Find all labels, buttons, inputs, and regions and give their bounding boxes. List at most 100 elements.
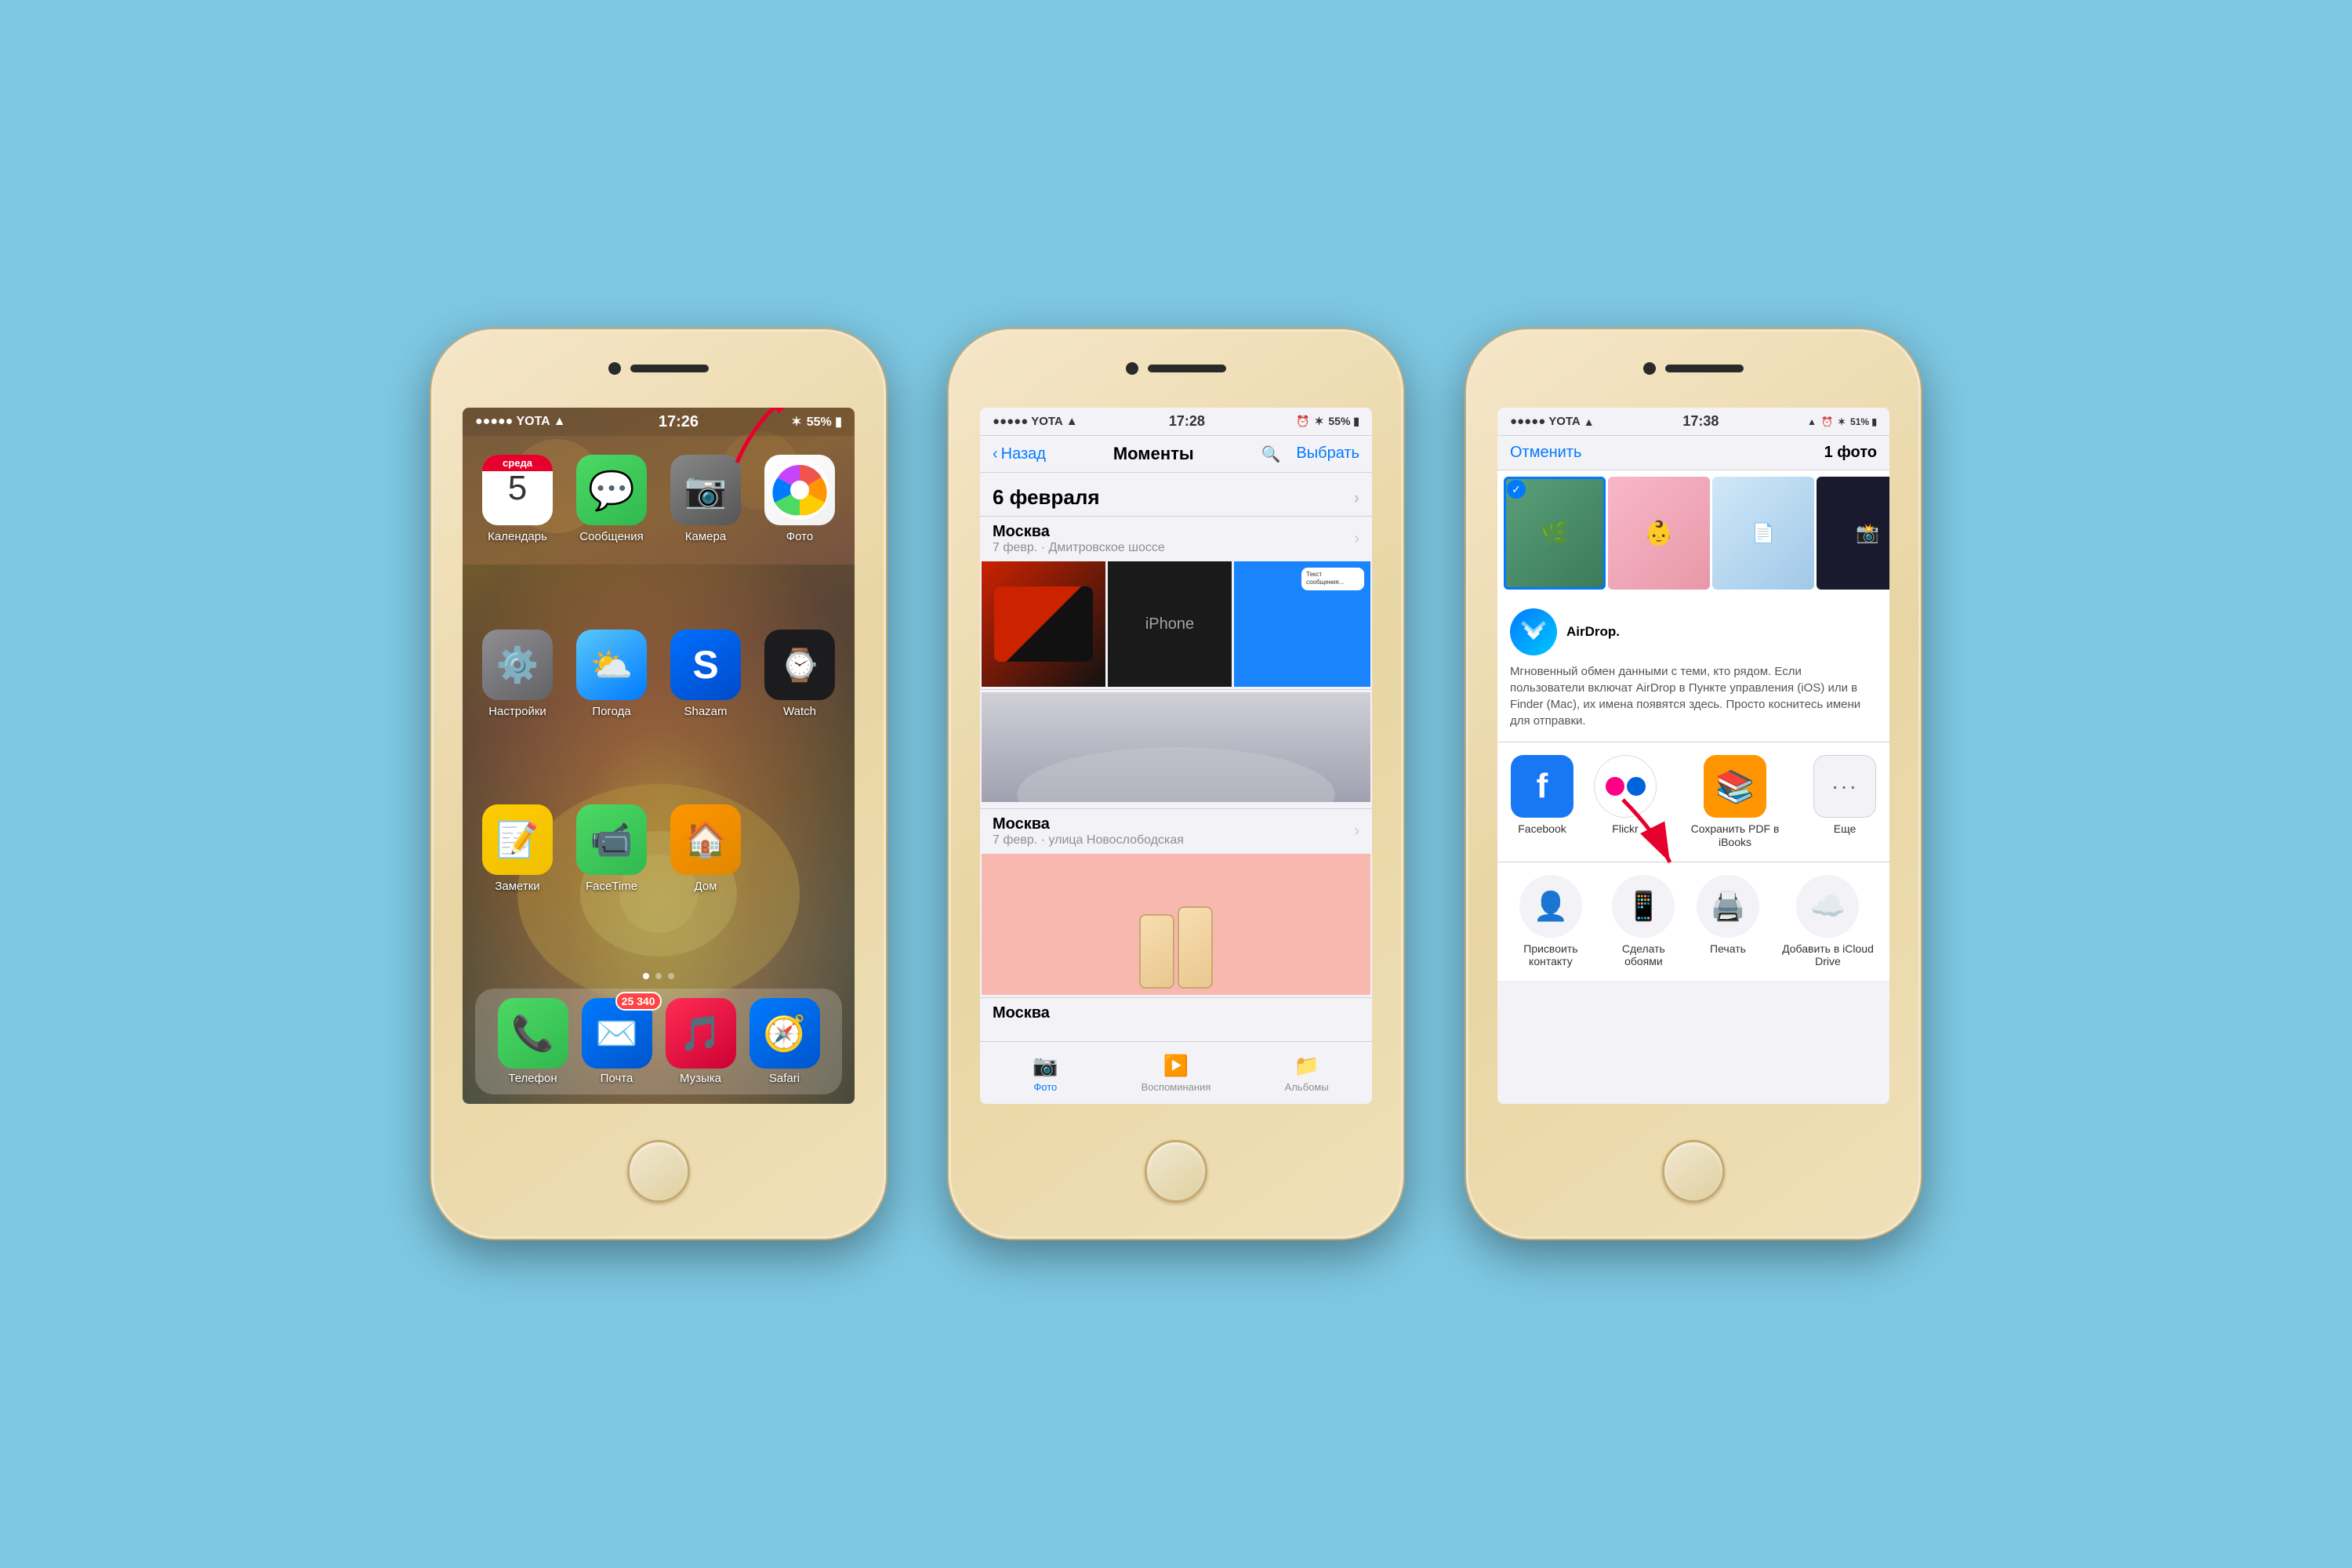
app-messages-label: Сообщения bbox=[579, 530, 643, 543]
util-wallpaper[interactable]: 📱 Сделать обоями bbox=[1607, 875, 1680, 969]
app-notes[interactable]: 📝 Заметки bbox=[478, 804, 557, 964]
snow-photo[interactable] bbox=[982, 692, 1370, 802]
photo-cell-3[interactable]: Текст сообщения... bbox=[1234, 561, 1370, 687]
share-count-3: 1 фото bbox=[1824, 444, 1877, 462]
home-screen: ●●●●● YOTA ▲ 17:26 ✶ 55% ▮ среда bbox=[463, 408, 855, 1104]
front-camera-2 bbox=[1126, 362, 1138, 375]
loc-chevron-2: › bbox=[1354, 822, 1359, 840]
iphone-bottom-3 bbox=[1662, 1104, 1725, 1239]
contact-label: Присвоить контакту bbox=[1507, 942, 1595, 969]
wallpaper-icon: 📱 bbox=[1612, 875, 1675, 938]
home-button-2[interactable] bbox=[1145, 1140, 1207, 1203]
util-icloud[interactable]: ☁️ Добавить в iCloud Drive bbox=[1776, 875, 1880, 969]
ibooks-label: Сохранить PDF в iBooks bbox=[1673, 822, 1797, 849]
strip-photo-1[interactable]: ✓ 🌿 bbox=[1504, 477, 1606, 590]
photo-cell-1[interactable] bbox=[982, 561, 1105, 687]
home-button-3[interactable] bbox=[1662, 1140, 1725, 1203]
nav-title-2: Моменты bbox=[1113, 444, 1194, 464]
cal-day: 5 bbox=[508, 471, 527, 506]
app-shazam[interactable]: S Shazam bbox=[666, 630, 745, 789]
speaker-1 bbox=[630, 365, 709, 372]
back-button-2[interactable]: ‹ Назад bbox=[993, 445, 1046, 463]
carrier-2: ●●●●● YOTA bbox=[993, 415, 1063, 428]
share-nav: Отменить 1 фото bbox=[1497, 436, 1889, 470]
tab-memories-icon: ▶️ bbox=[1163, 1054, 1189, 1078]
search-button-2[interactable]: 🔍 bbox=[1261, 445, 1281, 464]
app-home-app[interactable]: 🏠 Дом bbox=[666, 804, 745, 964]
share-more[interactable]: ··· Еще bbox=[1809, 755, 1880, 849]
loc-chevron-1: › bbox=[1354, 530, 1359, 548]
date-header: 6 февраля › bbox=[980, 473, 1372, 516]
watch-icon: ⌚ bbox=[780, 647, 819, 684]
airdrop-section: AirDrop. Мгновенный обмен данными с теми… bbox=[1497, 596, 1889, 742]
strip-check-1: ✓ bbox=[1507, 480, 1526, 499]
tab-memories[interactable]: ▶️ Воспоминания bbox=[1111, 1047, 1242, 1099]
app-watch-label: Watch bbox=[783, 705, 816, 718]
home-content: ●●●●● YOTA ▲ 17:26 ✶ 55% ▮ среда bbox=[463, 408, 855, 1104]
mail-badge: 25 340 bbox=[615, 992, 662, 1011]
tab-albums[interactable]: 📁 Альбомы bbox=[1241, 1047, 1372, 1099]
city-1: Москва bbox=[993, 523, 1165, 541]
app-settings[interactable]: ⚙️ Настройки bbox=[478, 630, 557, 789]
app-camera[interactable]: 📷 Камера bbox=[666, 455, 745, 614]
wifi-3: ▲ bbox=[1584, 416, 1595, 428]
home-button-1[interactable] bbox=[627, 1140, 690, 1203]
mail-icon: ✉️ bbox=[595, 1013, 638, 1054]
bt-3: ✶ bbox=[1838, 416, 1846, 427]
location-2[interactable]: Москва 7 февр. · улица Новослободская › bbox=[980, 808, 1372, 998]
app-photos[interactable]: Фото bbox=[760, 455, 839, 614]
share-facebook[interactable]: f Facebook bbox=[1507, 755, 1577, 849]
tab-photos-icon: 📷 bbox=[1033, 1054, 1058, 1078]
more-label: Еще bbox=[1834, 822, 1857, 836]
music-icon: 🎵 bbox=[679, 1013, 722, 1054]
app-facetime[interactable]: 📹 FaceTime bbox=[572, 804, 651, 964]
share-app: ●●●●● YOTA ▲ 17:38 ▲ ⏰ ✶ 51% ▮ Отменить … bbox=[1497, 408, 1889, 1104]
app-calendar-label: Календарь bbox=[488, 530, 547, 543]
share-ibooks[interactable]: 📚 Сохранить PDF в iBooks bbox=[1673, 755, 1797, 849]
location-3[interactable]: Москва bbox=[980, 998, 1372, 1029]
location-3-icon: ▲ bbox=[1807, 416, 1817, 427]
select-button-2[interactable]: Выбрать bbox=[1296, 445, 1359, 464]
app-weather[interactable]: ⛅ Погода bbox=[572, 630, 651, 789]
city-3: Москва bbox=[993, 1004, 1050, 1022]
dock-music[interactable]: 🎵 Музыка bbox=[666, 998, 736, 1085]
nav-actions-2: 🔍 Выбрать bbox=[1261, 445, 1359, 464]
cancel-button-3[interactable]: Отменить bbox=[1510, 444, 1581, 462]
photo-cell-2[interactable]: iPhone bbox=[1108, 561, 1232, 687]
screen-3: ●●●●● YOTA ▲ 17:38 ▲ ⏰ ✶ 51% ▮ Отменить … bbox=[1497, 408, 1889, 1104]
strip-photo-4[interactable]: 📸 bbox=[1817, 477, 1889, 590]
print-label: Печать bbox=[1710, 942, 1746, 956]
share-actions-row: f Facebook Flickr 📚 Сохранить PDF в iB bbox=[1497, 742, 1889, 862]
front-camera-3 bbox=[1643, 362, 1656, 375]
dock-phone[interactable]: 📞 Телефон bbox=[498, 998, 568, 1085]
photo-cell-pink[interactable] bbox=[982, 854, 1370, 995]
app-grid: среда 5 Календарь 💬 Сообщения 📷 bbox=[463, 436, 855, 964]
screen-1: ●●●●● YOTA ▲ 17:26 ✶ 55% ▮ среда bbox=[463, 408, 855, 1104]
time-1: 17:26 bbox=[659, 413, 699, 431]
app-messages[interactable]: 💬 Сообщения bbox=[572, 455, 651, 614]
iphone-3: ●●●●● YOTA ▲ 17:38 ▲ ⏰ ✶ 51% ▮ Отменить … bbox=[1466, 329, 1921, 1239]
battery-text-1: 55% ▮ bbox=[807, 414, 842, 430]
facebook-icon: f bbox=[1511, 755, 1573, 818]
util-contact[interactable]: 👤 Присвоить контакту bbox=[1507, 875, 1595, 969]
front-camera-1 bbox=[608, 362, 621, 375]
flickr-label: Flickr bbox=[1612, 822, 1638, 836]
strip-photo-2[interactable]: 👶 bbox=[1608, 477, 1710, 590]
util-print[interactable]: 🖨️ Печать bbox=[1693, 875, 1763, 969]
dock-mail[interactable]: ✉️ 25 340 Почта bbox=[582, 998, 652, 1085]
dock-safari[interactable]: 🧭 Safari bbox=[750, 998, 820, 1085]
contact-icon: 👤 bbox=[1519, 875, 1582, 938]
strip-photo-3[interactable]: 📄 bbox=[1712, 477, 1814, 590]
phone-icon: 📞 bbox=[511, 1013, 554, 1054]
detail-1: 7 февр. · Дмитровское шоссе bbox=[993, 541, 1165, 555]
iphone-2: ●●●●● YOTA ▲ 17:28 ⏰ ✶ 55% ▮ ‹ Назад Мом… bbox=[949, 329, 1403, 1239]
location-1[interactable]: Москва 7 февр. · Дмитровское шоссе › bbox=[980, 516, 1372, 690]
app-calendar[interactable]: среда 5 Календарь bbox=[478, 455, 557, 614]
share-flickr[interactable]: Flickr bbox=[1590, 755, 1661, 849]
app-watch[interactable]: ⌚ Watch bbox=[760, 630, 839, 789]
app-facetime-label: FaceTime bbox=[586, 880, 637, 893]
tab-photos[interactable]: 📷 Фото bbox=[980, 1047, 1111, 1099]
photo-strip: ✓ 🌿 👶 📄 📸 bbox=[1497, 470, 1889, 596]
wifi-2: ▲ bbox=[1066, 415, 1078, 428]
battery-3: 51% ▮ bbox=[1850, 416, 1877, 427]
